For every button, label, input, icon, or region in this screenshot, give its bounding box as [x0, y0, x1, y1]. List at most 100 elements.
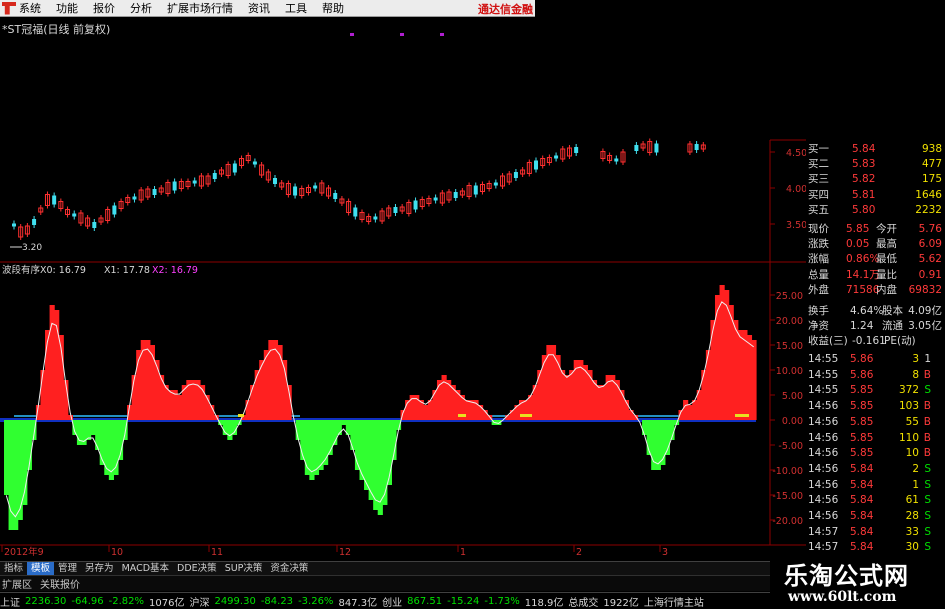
tick-side: S	[924, 510, 931, 522]
hs-change: -84.23	[260, 595, 294, 607]
upper-tick-label: 4.50	[786, 148, 806, 159]
osc-bar-negative	[99, 420, 105, 465]
candle-body-down	[252, 161, 257, 165]
stat-value: 14.1万	[846, 268, 880, 281]
tick-row: 14:55 5.86 8 B	[806, 369, 945, 382]
osc-bar-positive	[742, 330, 748, 420]
candle-body-down	[192, 180, 197, 184]
sh-amount: 1076亿	[149, 597, 185, 609]
osc-bar-positive	[714, 295, 721, 420]
tick-volume: 33	[905, 525, 919, 538]
oscillator-chart[interactable]	[0, 285, 757, 530]
osc-bar-positive	[737, 330, 743, 420]
tick-time: 14:56	[808, 447, 839, 460]
candle-body-down	[152, 189, 157, 195]
indicator-tab[interactable]: 指标	[0, 562, 27, 575]
tick-price: 5.86	[850, 368, 874, 381]
chart-area[interactable]: 3.20 4.504.003.5025.0020.0015.0010.005.0…	[0, 0, 806, 561]
indicator-tab[interactable]: SUP决策	[221, 562, 267, 575]
candle-body-down	[293, 186, 298, 196]
lower-tick-label: 0.00	[782, 416, 803, 427]
candle-body-down	[453, 192, 458, 198]
osc-bar-positive	[40, 370, 46, 420]
lower-tick-label: 15.00	[776, 341, 803, 352]
cy-value: 867.51	[407, 595, 443, 607]
station-label[interactable]: 上海行情主站	[644, 594, 704, 609]
candle-body-down	[12, 223, 16, 227]
stat-value: 71586	[846, 283, 880, 296]
stat-value: 0.05	[846, 238, 870, 251]
tick-time: 14:55	[808, 353, 839, 365]
osc-bar-positive	[514, 405, 520, 420]
tick-volume: 55	[905, 415, 919, 428]
hs-value: 2499.30	[214, 595, 256, 607]
osc-bar-negative	[350, 420, 356, 450]
osc-bar-positive	[509, 410, 516, 420]
stat-row: 现价 5.85 今开 5.76	[806, 223, 945, 236]
watermark: 乐淘公式网 www.60lt.com	[770, 550, 945, 608]
osc-bar-positive	[591, 380, 598, 420]
bid-label: 买三	[808, 173, 829, 186]
candle-body-down	[433, 197, 438, 201]
osc-bar-negative	[227, 420, 233, 440]
indicator-tab[interactable]: DDE决策	[173, 562, 221, 575]
tick-price: 5.84	[850, 525, 874, 538]
osc-bar-positive	[181, 385, 187, 420]
bid-volume: 175	[921, 173, 942, 186]
tick-time: 14:55	[808, 384, 839, 397]
tick-side: S	[924, 494, 931, 507]
indicator-name: 波段有序	[2, 264, 41, 276]
extension-area-tab[interactable]: 扩展区	[2, 576, 32, 591]
tick-price: 5.85	[850, 384, 874, 397]
watermark-title: 乐淘公式网	[784, 561, 909, 590]
osc-bar-positive	[154, 360, 160, 420]
indicator-tab[interactable]: 另存为	[81, 562, 118, 575]
osc-bar-negative	[17, 420, 23, 520]
indicator-tab[interactable]: 模板	[27, 562, 55, 575]
osc-bar-negative	[642, 420, 648, 435]
osc-bar-negative	[95, 420, 101, 450]
candle-body-down	[212, 173, 217, 179]
upper-tick-label: 4.00	[786, 184, 806, 195]
low-price-label: 3.20	[22, 243, 42, 253]
lower-tick-label: 10.00	[776, 366, 803, 377]
osc-bar-positive	[710, 320, 716, 420]
sh-value: 2236.30	[25, 595, 67, 607]
tick-time: 14:56	[808, 400, 839, 413]
hs-amount: 847.3亿	[338, 597, 378, 609]
stat-row: 外盘 71586 内盘 69832	[806, 284, 945, 297]
osc-bar-positive	[746, 335, 753, 420]
osc-bar-positive	[49, 305, 55, 420]
indicator-tab[interactable]: 管理	[54, 562, 81, 575]
stat-value-2: 69832	[908, 283, 942, 296]
signal-marker	[400, 33, 404, 36]
indicator-tab[interactable]: MACD基本	[118, 562, 173, 575]
tick-side: S	[924, 478, 931, 491]
tick-row: 14:56 5.85 55 B	[806, 416, 945, 429]
bid-volume: 938	[921, 143, 942, 155]
tick-volume: 1	[912, 478, 919, 491]
sh-change: -64.96	[71, 595, 104, 607]
tick-price: 5.84	[850, 478, 874, 491]
tick-volume: 8	[912, 368, 919, 381]
indicator-tab[interactable]: 资金决策	[266, 562, 312, 575]
bid-price: 5.83	[852, 158, 876, 171]
osc-bar-positive	[555, 355, 561, 420]
candle-body-down	[534, 160, 538, 170]
tick-volume: 103	[898, 400, 919, 413]
candle-body-down	[413, 200, 418, 210]
stat-value: 4.64%	[850, 305, 884, 317]
date-label: 1	[460, 547, 466, 558]
osc-bar-positive	[733, 320, 739, 420]
quote-panel: 买一 5.84 938 买二 5.83 477 买三 5.82 175 买四 5.81 1646 买五 5…	[806, 140, 945, 569]
related-quote-tab[interactable]: 关联报价	[40, 576, 80, 591]
price-chart[interactable]: 3.20	[10, 33, 706, 253]
tick-side: S	[924, 462, 931, 475]
tick-side: B	[923, 400, 931, 413]
indicator-x2: X2: 16.79	[152, 265, 198, 276]
stat-label-2: 最低	[876, 253, 897, 266]
osc-bar-negative	[496, 420, 502, 425]
signal-marker	[350, 33, 354, 36]
bid-price: 5.82	[852, 173, 876, 186]
tick-row: 14:57 5.84 33 S	[806, 526, 945, 539]
